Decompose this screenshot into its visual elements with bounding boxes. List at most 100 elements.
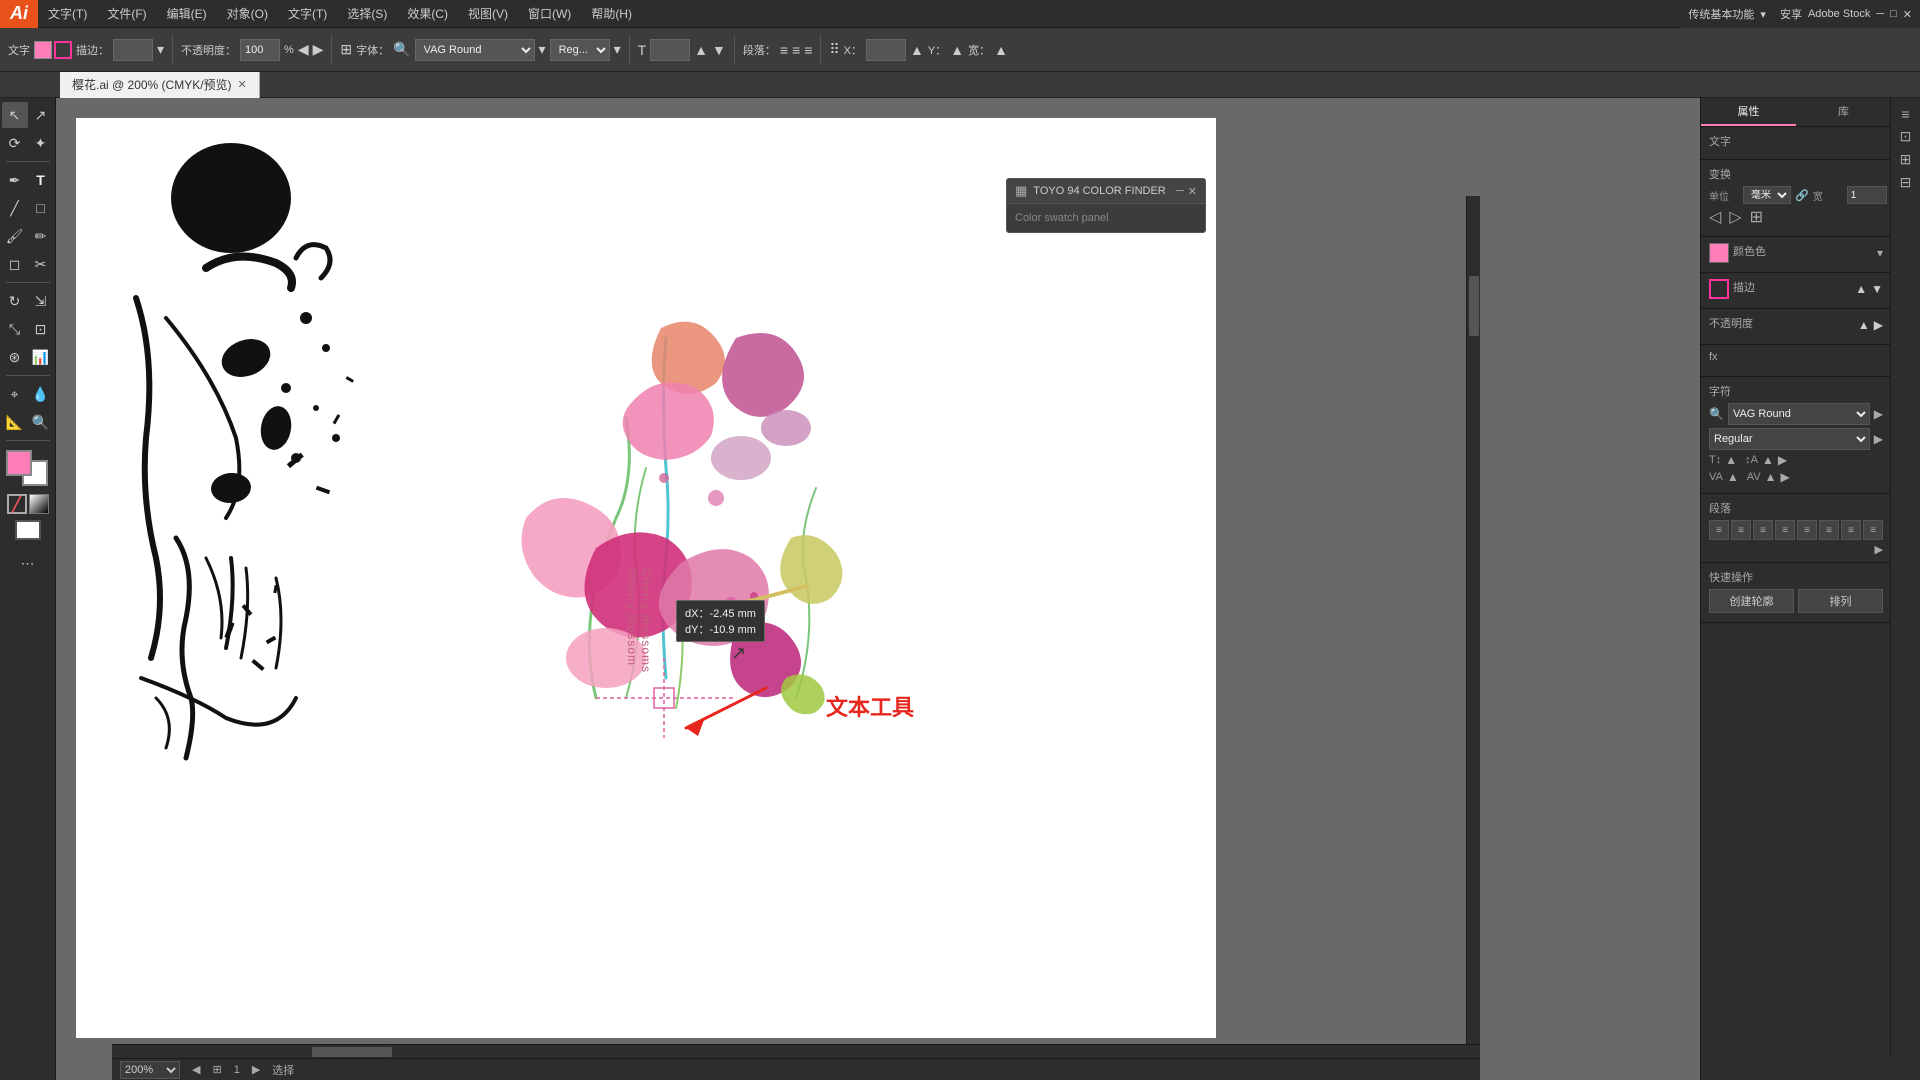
magic-wand-tool[interactable]: ✦ [28,130,54,156]
window-restore[interactable]: □ [1890,8,1897,20]
stroke-dropdown-icon[interactable]: ▾ [157,41,164,58]
align-left-btn[interactable]: ≡ [1709,520,1729,540]
layers-icon[interactable]: ⊞ [1900,151,1912,168]
font-size-up-r[interactable]: ▲ [1725,453,1737,467]
line-tool[interactable]: ╱ [2,195,28,221]
menu-text[interactable]: 文字(T) [278,0,337,27]
font-style-select[interactable]: Reg... [550,39,610,61]
stroke-color-swatch[interactable] [54,41,72,59]
horizontal-scrollbar[interactable] [112,1044,1480,1058]
tab-properties[interactable]: 属性 [1701,98,1796,126]
font-family-select[interactable]: VAG Round [415,39,535,61]
font-search-icon[interactable]: 🔍 [393,41,410,58]
style-icon[interactable]: ⊞ [340,41,352,58]
eraser-tool[interactable]: ◻ [2,251,28,277]
file-tab-close-btn[interactable]: ✕ [238,78,247,91]
pencil-tool[interactable]: ✏ [28,223,54,249]
measure-tool[interactable]: 📐 [2,409,28,435]
scale-tool[interactable]: ⇲ [28,288,54,314]
free-transform-tool[interactable]: ⊡ [28,316,54,342]
align-justify-full-btn[interactable]: ≡ [1863,520,1883,540]
stroke-down-btn[interactable]: ▼ [1871,282,1883,296]
color-expand-btn[interactable]: ▾ [1877,246,1883,260]
align-left-icon[interactable]: ≡ [780,42,788,58]
font-style-select-r[interactable]: Regular [1709,428,1870,450]
opacity-right-btn[interactable]: ▶ [313,41,324,58]
gradient-fill-btn[interactable] [29,494,49,514]
warp-tool[interactable]: ⤡ [2,316,28,342]
align-center-btn[interactable]: ≡ [1731,520,1751,540]
align-justify-left-btn[interactable]: ≡ [1797,520,1817,540]
expand-icon[interactable]: ⊞ [1750,207,1763,227]
panel-close-btn[interactable]: ✕ [1188,185,1197,198]
arrange-btn[interactable]: 排列 [1798,589,1883,613]
menu-view[interactable]: 视图(V) [458,0,518,27]
kern-up[interactable]: ▲ [1765,470,1777,484]
x-input[interactable] [866,39,906,61]
align-right-icon-r[interactable]: ▷ [1729,207,1741,227]
paragraph-more-btn[interactable]: ▶ [1875,543,1883,556]
shape-tool[interactable]: □ [28,195,54,221]
menu-help[interactable]: 帮助(H) [581,0,642,27]
kern-right[interactable]: ▶ [1781,470,1790,484]
align-left-right-icon[interactable]: ◁ [1709,207,1721,227]
stroke-swatch[interactable] [1709,279,1729,299]
panel-collapse-btn[interactable]: ─ [1176,185,1184,198]
font-family-expand[interactable]: ▶ [1874,407,1883,421]
assets-icon[interactable]: ⊟ [1900,174,1912,191]
v-scroll-thumb[interactable] [1469,276,1479,336]
align-right-btn[interactable]: ≡ [1753,520,1773,540]
graph-tool[interactable]: 📊 [28,344,54,370]
eyedropper-tool[interactable]: 💧 [28,381,54,407]
symbol-sprayer-tool[interactable]: ⊛ [2,344,28,370]
dropdown-arrow[interactable]: ▾ [1760,8,1766,21]
none-fill-btn[interactable]: ╱ [7,494,27,514]
x-up[interactable]: ▲ [910,42,924,58]
select-tool[interactable]: ↖ [2,102,28,128]
rotate-tool[interactable]: ↻ [2,288,28,314]
menu-file[interactable]: 文件(F) [97,0,156,27]
menu-effect[interactable]: 效果(C) [397,0,458,27]
scissors-tool[interactable]: ✂ [28,251,54,277]
menu-object[interactable]: 对象(O) [217,0,278,27]
align-justify-center-btn[interactable]: ≡ [1819,520,1839,540]
paintbrush-tool[interactable]: 🖌 [2,223,28,249]
font-style-dropdown[interactable]: ▾ [614,41,621,58]
h-scroll-thumb[interactable] [312,1047,392,1057]
zoom-select[interactable]: 200% 100% 50% [120,1061,180,1079]
nav-right-btn[interactable]: ▶ [252,1063,260,1076]
file-tab-active[interactable]: 樱花.ai @ 200% (CMYK/预览) ✕ [60,72,260,98]
font-size-up[interactable]: ▲ [694,42,708,58]
stroke-value-input[interactable] [113,39,153,61]
opacity-expand-up[interactable]: ▲ [1858,318,1870,332]
leading-up[interactable]: ▲ [1762,453,1774,467]
fill-color-swatch[interactable] [34,41,52,59]
foreground-color-box[interactable] [6,450,32,476]
font-size-down[interactable]: ▼ [712,42,726,58]
tab-library[interactable]: 库 [1796,98,1891,126]
more-tools-btn[interactable]: ⋯ [15,550,41,576]
align-right-icon[interactable]: ≡ [804,42,812,58]
create-outline-btn[interactable]: 创建轮廓 [1709,589,1794,613]
leading-right[interactable]: ▶ [1778,453,1787,467]
tracking-up[interactable]: ▲ [1727,470,1739,484]
window-close[interactable]: ✕ [1903,8,1912,21]
width-input[interactable] [1847,186,1887,204]
menu-edit[interactable]: 编辑(E) [157,0,217,27]
vertical-scrollbar[interactable] [1466,196,1480,1044]
align-center-icon[interactable]: ≡ [792,42,800,58]
align-justify-btn[interactable]: ≡ [1775,520,1795,540]
font-family-select-r[interactable]: VAG Round [1728,403,1870,425]
width-up[interactable]: ▲ [994,42,1008,58]
units-select[interactable]: 毫米 [1743,186,1791,204]
font-style-expand[interactable]: ▶ [1874,432,1883,446]
opacity-expand-right[interactable]: ▶ [1874,318,1883,332]
lasso-tool[interactable]: ⟳ [2,130,28,156]
y-up[interactable]: ▲ [950,42,964,58]
align-justify-right-btn[interactable]: ≡ [1841,520,1861,540]
menu-wenzi[interactable]: 文字(T) [38,0,97,27]
font-family-dropdown[interactable]: ▾ [539,41,546,58]
properties-icon[interactable]: ≡ [1901,106,1909,122]
library-icon[interactable]: ⊡ [1900,128,1912,145]
blend-tool[interactable]: ⌖ [2,381,28,407]
